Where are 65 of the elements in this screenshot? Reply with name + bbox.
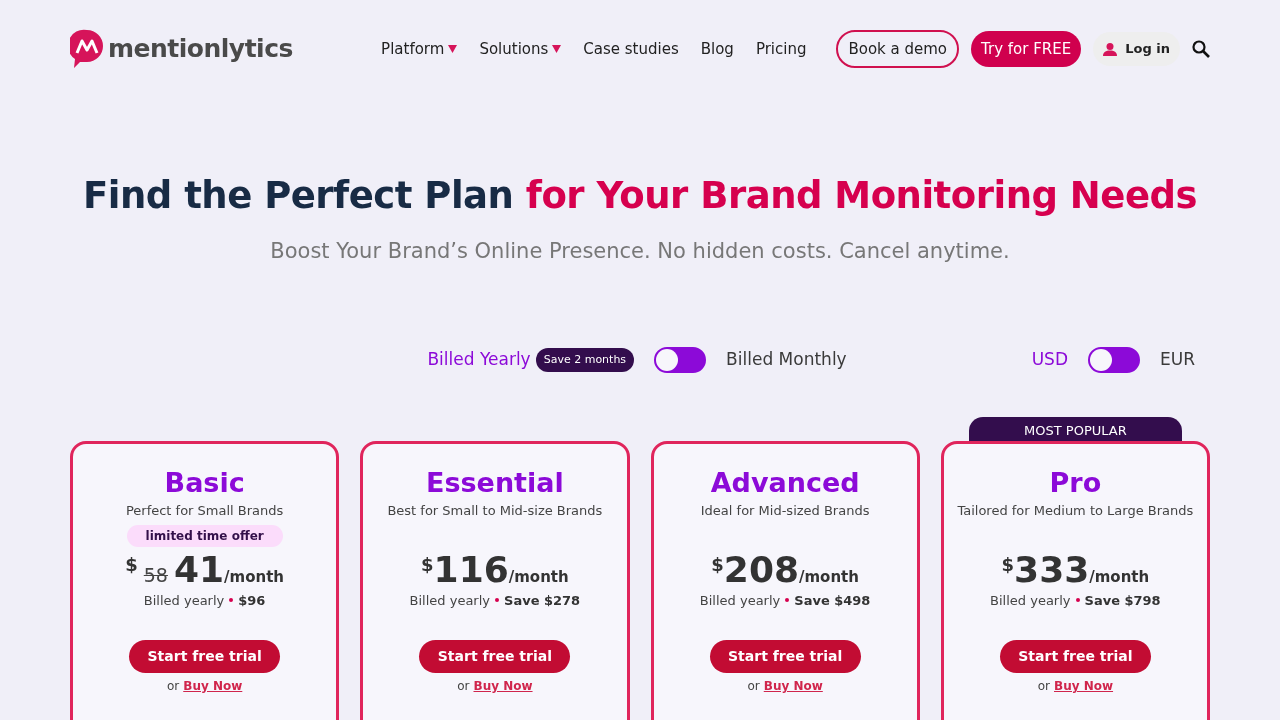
logo-icon bbox=[70, 29, 104, 69]
plan-tagline: Best for Small to Mid-size Brands bbox=[387, 502, 603, 520]
old-price: 58 bbox=[143, 562, 168, 588]
plan-tagline: Perfect for Small Brands bbox=[125, 502, 284, 520]
savings-text: Save $498 bbox=[794, 591, 871, 610]
buy-now-link[interactable]: Buy Now bbox=[763, 677, 823, 695]
billing-note: Billed yearly bbox=[699, 591, 781, 610]
savings-text: Save $278 bbox=[504, 591, 581, 610]
nav-link[interactable]: Platform bbox=[381, 37, 458, 61]
nav-link[interactable]: Pricing bbox=[755, 37, 807, 61]
toggle-switch[interactable] bbox=[654, 347, 707, 373]
try-free-button[interactable]: Try for FREE bbox=[971, 31, 1082, 67]
currency-symbol: $ bbox=[1001, 552, 1015, 577]
or-text: or bbox=[747, 678, 760, 695]
plan-tagline: Ideal for Mid-sized Brands bbox=[700, 502, 870, 520]
toggle-option-label[interactable]: EUR bbox=[1160, 347, 1195, 373]
or-text: or bbox=[457, 678, 470, 695]
start-trial-button[interactable]: Start free trial bbox=[419, 640, 571, 673]
toggle-option-label[interactable]: Billed Monthly bbox=[726, 347, 847, 373]
login-button[interactable]: Log in bbox=[1093, 32, 1180, 66]
price-period: /month bbox=[508, 567, 569, 588]
start-trial-button[interactable]: Start free trial bbox=[709, 640, 861, 673]
plan-price: 41 bbox=[173, 548, 225, 591]
caret-icon bbox=[552, 45, 562, 53]
plan-name: Advanced bbox=[710, 466, 860, 500]
plan-price: 208 bbox=[723, 548, 799, 591]
page-subtitle: Boost Your Brand’s Online Presence. No hidden costs. Cancel anytime. bbox=[270, 237, 1010, 265]
or-text: or bbox=[1037, 678, 1050, 695]
user-icon bbox=[1103, 42, 1118, 56]
save-badge: Save 2 months bbox=[535, 347, 635, 373]
billing-note: Billed yearly bbox=[143, 591, 225, 610]
toggle-switch[interactable] bbox=[1088, 347, 1140, 373]
start-trial-button[interactable]: Start free trial bbox=[129, 640, 281, 673]
start-trial-button[interactable]: Start free trial bbox=[999, 640, 1151, 673]
currency-symbol: $ bbox=[421, 552, 434, 577]
caret-icon bbox=[448, 45, 458, 53]
plan-name: Essential bbox=[426, 466, 564, 500]
billing-note: Billed yearly bbox=[409, 591, 491, 610]
plan-tagline: Tailored for Medium to Large Brands bbox=[957, 502, 1194, 520]
buy-now-link[interactable]: Buy Now bbox=[1054, 677, 1114, 695]
toggle-option-label[interactable]: USD bbox=[1031, 347, 1068, 373]
book-demo-button[interactable]: Book a demo bbox=[836, 30, 960, 68]
plan-name: Basic bbox=[164, 466, 245, 500]
currency-symbol: $ bbox=[711, 552, 724, 577]
search-icon[interactable] bbox=[1192, 40, 1210, 58]
buy-now-link[interactable]: Buy Now bbox=[473, 677, 533, 695]
nav-link[interactable]: Case studies bbox=[583, 37, 679, 61]
nav-link[interactable]: Solutions bbox=[479, 37, 562, 61]
plan-name: Pro bbox=[1049, 466, 1102, 500]
savings-text: $96 bbox=[238, 591, 266, 610]
buy-now-link[interactable]: Buy Now bbox=[183, 677, 243, 695]
offer-badge: limited time offer bbox=[126, 524, 283, 547]
plan-price: 116 bbox=[433, 548, 509, 591]
nav-link[interactable]: Blog bbox=[700, 37, 734, 61]
page-heading: Find the Perfect Plan for Your Brand Monitoring Needs bbox=[82, 173, 1198, 219]
plan-price: 333 bbox=[1014, 548, 1090, 591]
price-period: /month bbox=[224, 567, 284, 588]
currency-symbol: $ bbox=[125, 552, 138, 577]
price-period: /month bbox=[1089, 567, 1150, 588]
or-text: or bbox=[166, 678, 180, 695]
billing-note: Billed yearly bbox=[990, 591, 1071, 610]
savings-text: Save $798 bbox=[1084, 591, 1161, 610]
price-period: /month bbox=[799, 567, 859, 588]
toggle-option-label[interactable]: Billed Yearly bbox=[427, 347, 531, 373]
logo-text[interactable]: mentionlytics bbox=[108, 30, 293, 68]
